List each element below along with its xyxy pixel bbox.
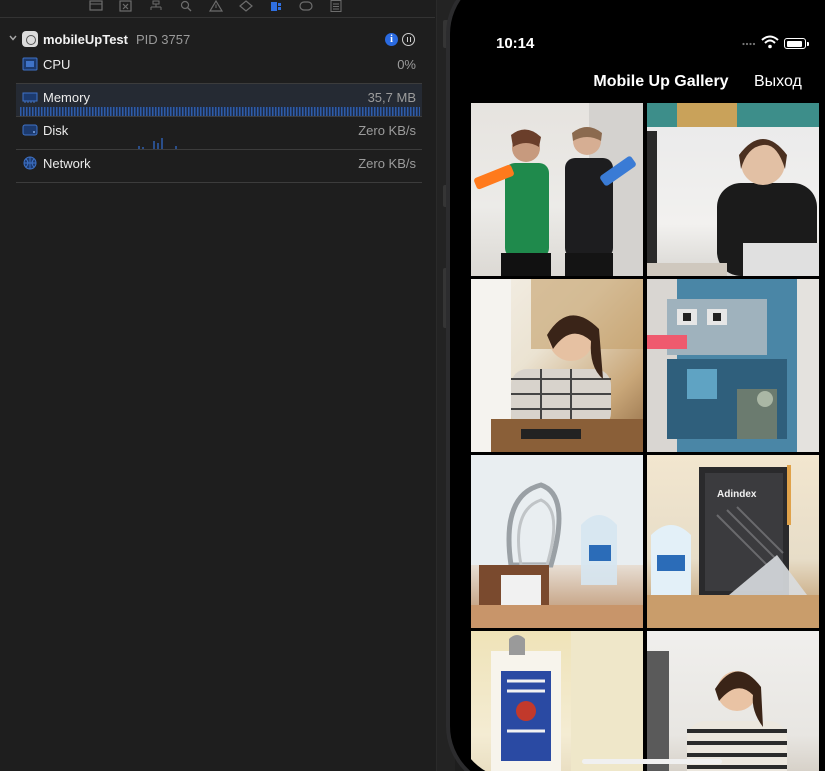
- phone-screen: 10:14 Mobile Up Gallery Выход Adindex: [458, 0, 825, 771]
- debug-navigator: mobileUpTest PID 3757 i CPU 0% Memory 35…: [0, 0, 435, 771]
- memory-usage-bar: [20, 107, 420, 116]
- globe-icon: [23, 156, 37, 170]
- debug-gauges-icon[interactable]: [269, 0, 283, 12]
- photo-man-at-desk: [647, 103, 819, 276]
- photo-tile[interactable]: [471, 103, 643, 276]
- x-square-icon[interactable]: [119, 0, 133, 12]
- status-time: 10:14: [496, 35, 535, 52]
- gauge-value: Zero KB/s: [358, 123, 416, 138]
- app-icon: [22, 31, 38, 47]
- gauge-value: 35,7 MB: [367, 90, 416, 105]
- gauge-disk[interactable]: Disk Zero KB/s: [16, 117, 422, 150]
- pause-icon[interactable]: [402, 33, 415, 46]
- photo-two-women-with-blasters: [474, 103, 643, 276]
- gauge-network[interactable]: Network Zero KB/s: [16, 150, 422, 183]
- home-indicator[interactable]: [582, 759, 722, 764]
- photo-tile[interactable]: [471, 631, 643, 771]
- photo-tile[interactable]: [647, 279, 819, 452]
- list-icon[interactable]: [329, 0, 343, 12]
- process-name: mobileUpTest: [43, 32, 128, 47]
- screen-root: mobileUpTest PID 3757 i CPU 0% Memory 35…: [0, 0, 825, 771]
- hierarchy-icon[interactable]: [149, 0, 163, 12]
- gauge-label: CPU: [43, 57, 71, 72]
- navigator-toolbar: [0, 0, 435, 18]
- gauge-value: 0%: [397, 57, 416, 72]
- photo-tile[interactable]: [647, 103, 819, 276]
- tag-icon[interactable]: [299, 0, 313, 12]
- gauge-cpu[interactable]: CPU 0%: [16, 51, 422, 84]
- warning-icon[interactable]: [209, 0, 223, 12]
- photo-tile[interactable]: Adindex: [647, 455, 819, 628]
- photo-tile[interactable]: [471, 455, 643, 628]
- cpu-icon: [22, 57, 38, 71]
- gauge-value: Zero KB/s: [358, 156, 416, 171]
- process-row[interactable]: mobileUpTest PID 3757 i: [6, 31, 426, 49]
- gauge-label: Memory: [43, 90, 90, 105]
- battery-icon: [784, 38, 809, 49]
- photo-pixel-art-robot: [647, 279, 819, 452]
- process-pid: PID 3757: [136, 32, 191, 47]
- photo-tile[interactable]: [471, 279, 643, 452]
- photo-employer-rating-diploma: [491, 631, 643, 771]
- diamond-icon[interactable]: [239, 0, 253, 12]
- info-icon[interactable]: i: [385, 33, 398, 46]
- exit-button[interactable]: Выход: [754, 73, 802, 91]
- photo-award-trophies: [471, 455, 643, 628]
- gauge-label: Disk: [43, 123, 69, 138]
- chevron-down-icon[interactable]: [8, 33, 18, 43]
- wifi-icon: [761, 35, 779, 49]
- signal-dots-icon: [742, 42, 756, 46]
- photo-smiling-woman-at-desk: [647, 651, 787, 771]
- memory-icon: [22, 92, 38, 103]
- photo-adindex-awards: Adindex: [647, 465, 819, 628]
- search-icon[interactable]: [179, 0, 193, 12]
- gauge-label: Network: [43, 156, 91, 171]
- gauge-memory[interactable]: Memory 35,7 MB: [16, 84, 422, 117]
- disk-activity-sparkline: [138, 138, 177, 149]
- photo-woman-at-laptop: [471, 279, 643, 452]
- iphone-simulator: 10:14 Mobile Up Gallery Выход Adindex: [446, 0, 825, 771]
- svg-text:Adindex: Adindex: [717, 489, 757, 500]
- photo-tile[interactable]: [647, 631, 819, 771]
- folder-icon[interactable]: [89, 0, 103, 12]
- disk-icon: [22, 124, 38, 136]
